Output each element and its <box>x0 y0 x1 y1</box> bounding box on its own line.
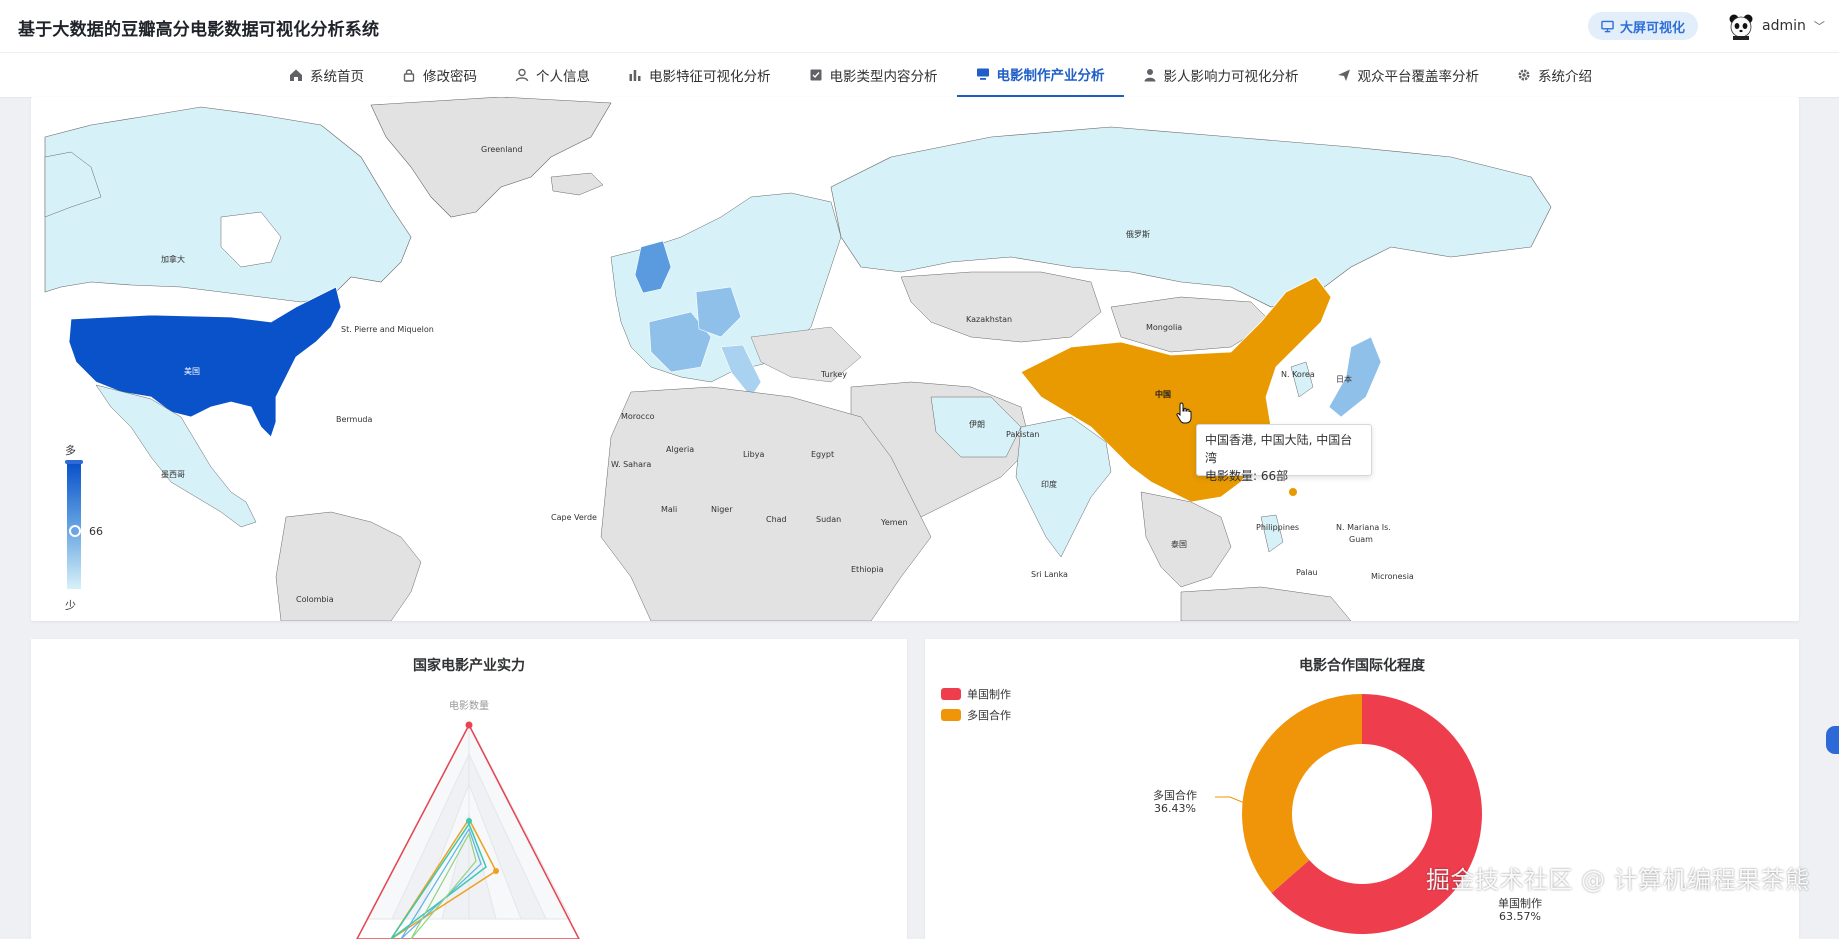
map-region-taiwan <box>1289 488 1297 496</box>
chevron-down-icon: ﹀ <box>1813 20 1825 33</box>
username: admin <box>1762 18 1806 34</box>
person-icon <box>1144 69 1155 82</box>
watermark: 掘金技术社区 @ 计算机编程果茶熊 <box>1426 866 1810 894</box>
bar-chart-icon <box>629 70 641 81</box>
visual-map-indicator[interactable] <box>69 525 81 537</box>
home-icon <box>290 69 302 81</box>
donut-label-multi-name: 多国合作 <box>1153 789 1197 802</box>
hand-cursor-icon <box>1176 402 1192 424</box>
map-region-canada <box>44 106 412 303</box>
bigscreen-button[interactable]: 大屏可视化 <box>1588 12 1698 40</box>
donut-label-multi-pct: 36.43% <box>1154 802 1196 815</box>
nav-item-4[interactable]: 电影类型内容分析 <box>790 53 957 97</box>
map-region-japan <box>1328 336 1382 418</box>
map-region-se-asia <box>1140 491 1232 588</box>
nav-item-label: 影人影响力可视化分析 <box>1163 69 1299 85</box>
map-region-korea <box>1290 361 1314 398</box>
nav-item-2[interactable]: 个人信息 <box>496 53 609 97</box>
map-region-greenland <box>370 97 612 218</box>
app-title: 基于大数据的豆瓣高分电影数据可视化分析系统 <box>18 20 380 40</box>
nav-item-label: 系统首页 <box>310 69 364 85</box>
nav-item-label: 电影特征可视化分析 <box>649 69 771 85</box>
nav-item-5[interactable]: 电影制作产业分析 <box>956 53 1124 97</box>
map-region-indonesia <box>1180 586 1352 621</box>
donut-slice-1[interactable] <box>1242 694 1362 893</box>
map-region-philippines <box>1260 514 1284 553</box>
nav-list: 系统首页 修改密码 个人信息 电影特征可视化分析 电影类型内容分析 电影制作产业分析 影人影… <box>270 53 1611 97</box>
donut-label-multi: 多国合作 36.43% <box>1153 789 1197 815</box>
donut-label-single-name: 单国制作 <box>1498 897 1542 910</box>
map-region-iceland <box>550 172 604 196</box>
tooltip-regions: 中国香港, 中国大陆, 中国台湾 <box>1205 433 1353 465</box>
monitor-icon <box>976 68 989 80</box>
map-region-balkans <box>750 326 862 383</box>
nav-item-8[interactable]: 系统介绍 <box>1498 53 1611 97</box>
lock-icon <box>403 69 415 82</box>
world-map-card: Greenland 加拿大 美国 St. Pierre and Miquelon… <box>31 97 1799 621</box>
user-icon <box>515 68 529 82</box>
nav-item-label: 电影制作产业分析 <box>996 68 1105 84</box>
map-region-india <box>1015 416 1112 558</box>
nav-item-label: 电影类型内容分析 <box>829 69 938 85</box>
side-drawer-tab[interactable] <box>1826 726 1839 754</box>
tooltip-count: 电影数量: 66部 <box>1205 469 1289 483</box>
user-menu[interactable]: admin ﹀ <box>1728 12 1825 40</box>
nav-item-6[interactable]: 影人影响力可视化分析 <box>1124 53 1318 97</box>
donut-label-single-pct: 63.57% <box>1499 910 1541 923</box>
radar-indicator-label: 电影数量 <box>449 699 489 712</box>
visual-map-legend[interactable]: 多 66 少 <box>45 442 105 612</box>
avatar <box>1729 14 1753 40</box>
checkbox-icon <box>810 69 821 81</box>
donut-label-single: 单国制作 63.57% <box>1498 897 1542 923</box>
nav-item-label: 修改密码 <box>423 69 477 85</box>
world-map[interactable] <box>31 97 1799 621</box>
radar-card: 国家电影产业实力 电影数量 <box>31 639 907 939</box>
radar-chart[interactable]: 电影数量 <box>31 639 907 939</box>
map-region-kazakhstan <box>900 271 1102 343</box>
nav-item-1[interactable]: 修改密码 <box>383 53 496 97</box>
nav-item-7[interactable]: 观众平台覆盖率分析 <box>1318 53 1499 97</box>
visual-map-current-value: 66 <box>89 525 103 538</box>
visual-map-min: 少 <box>65 599 76 612</box>
gear-icon <box>1518 69 1530 81</box>
map-region-usa <box>68 286 342 438</box>
radar-point-1 <box>465 721 473 729</box>
nav-item-label: 观众平台覆盖率分析 <box>1357 69 1480 85</box>
main-nav: 系统首页 修改密码 个人信息 电影特征可视化分析 电影类型内容分析 电影制作产业分析 影人影… <box>0 53 1839 98</box>
radar-point-3 <box>466 818 472 824</box>
map-region-south-america <box>275 511 422 621</box>
nav-item-label: 个人信息 <box>536 69 590 85</box>
send-icon <box>1337 69 1350 81</box>
visual-map-max: 多 <box>65 444 76 457</box>
radar-point-2 <box>493 868 499 874</box>
bigscreen-label: 大屏可视化 <box>1619 20 1685 36</box>
top-header: 基于大数据的豆瓣高分电影数据可视化分析系统 大屏可视化 admin ﹀ <box>0 0 1839 53</box>
monitor-icon <box>1601 20 1614 32</box>
map-tooltip: 中国香港, 中国大陆, 中国台湾 电影数量: 66部 <box>1196 424 1372 483</box>
nav-item-label: 系统介绍 <box>1538 69 1592 85</box>
nav-item-3[interactable]: 电影特征可视化分析 <box>609 53 790 97</box>
nav-item-0[interactable]: 系统首页 <box>270 53 383 97</box>
donut-leader-multi <box>1215 796 1248 805</box>
